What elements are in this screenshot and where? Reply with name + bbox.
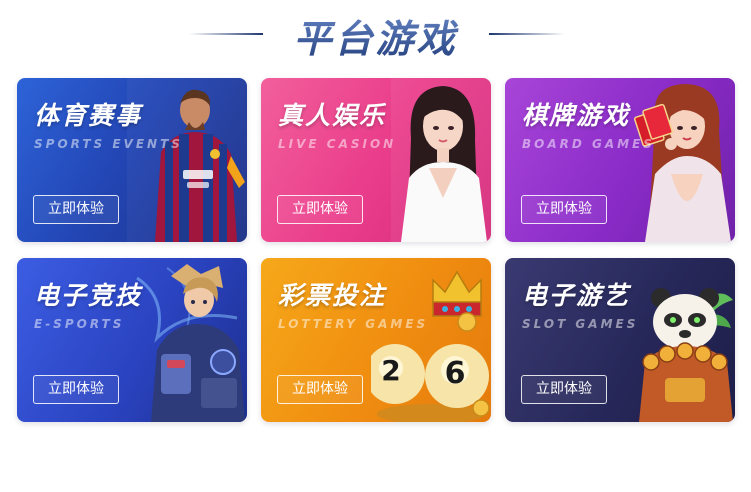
card-title: 电子竞技 [34,281,143,310]
card-subtitle: BOARD GAMES [522,137,655,151]
card-subtitle: LOTTERY GAMES [278,317,429,331]
card-dealer-illustration [633,84,731,242]
card-title: 彩票投注 [278,281,387,310]
card-esports[interactable]: 电子竞技 E-SPORTS 立即体验 [17,258,247,422]
card-slot-games[interactable]: 电子游艺 SLOT GAMES 立即体验 [505,258,735,422]
card-subtitle: SPORTS EVENTS [34,137,183,151]
ball-number: 2 [381,354,400,387]
esports-hero-illustration [136,264,245,422]
card-title: 真人娱乐 [278,101,387,130]
card-subtitle: E-SPORTS [34,317,125,331]
panda-slot-illustration [639,288,733,422]
try-now-button[interactable]: 立即体验 [521,375,607,404]
section-header: 平台游戏 [0,4,751,61]
page-title: 平台游戏 [0,8,751,63]
try-now-button[interactable]: 立即体验 [521,195,607,224]
soccer-player-illustration [127,78,247,242]
ball-number: 6 [445,356,466,391]
lottery-balls-illustration: 2 6 [371,270,490,422]
try-now-button[interactable]: 立即体验 [277,375,363,404]
card-sports[interactable]: 体育赛事 SPORTS EVENTS 立即体验 [17,78,247,242]
card-title: 棋牌游戏 [522,101,631,130]
try-now-button[interactable]: 立即体验 [33,375,119,404]
card-title: 体育赛事 [34,101,143,130]
card-subtitle: LIVE CASION [278,137,397,151]
card-title: 电子游艺 [522,281,631,310]
card-board-games[interactable]: 棋牌游戏 BOARD GAMES 立即体验 [505,78,735,242]
header-divider-right [489,33,565,35]
try-now-button[interactable]: 立即体验 [277,195,363,224]
live-dealer-illustration [391,78,491,242]
card-subtitle: SLOT GAMES [522,317,639,331]
try-now-button[interactable]: 立即体验 [33,195,119,224]
card-live-casino[interactable]: 真人娱乐 LIVE CASION 立即体验 [261,78,491,242]
card-lottery[interactable]: 2 6 彩票投注 LOTTERY GAMES 立即体验 [261,258,491,422]
